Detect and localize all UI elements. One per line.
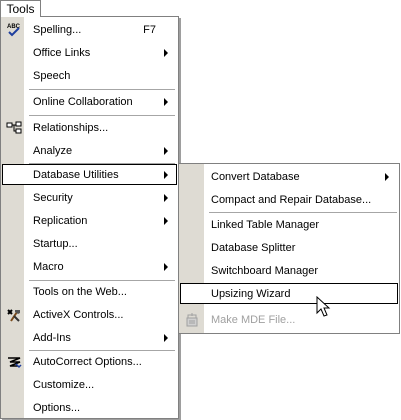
- submenu-arrow-icon: [164, 216, 168, 225]
- menu-item-label: Options...: [33, 401, 81, 414]
- menu-item-startup[interactable]: Startup...: [3, 233, 176, 254]
- menu-item-label: Speech: [33, 69, 71, 82]
- menu-item-office-links[interactable]: Office Links: [3, 42, 176, 63]
- menu-item-label: Spelling...: [33, 23, 82, 36]
- submenu-item-label: Convert Database: [211, 170, 300, 183]
- menu-item-label: Customize...: [33, 378, 95, 391]
- submenu-item-database-splitter[interactable]: Database Splitter: [181, 237, 397, 258]
- menu-separator: [29, 89, 175, 90]
- submenu-item-switchboard-manager[interactable]: Switchboard Manager: [181, 260, 397, 281]
- menu-item-autocorrect-options[interactable]: AutoCorrect Options...: [3, 351, 176, 372]
- tools-menu-label: Tools: [6, 2, 35, 16]
- submenu-item-label: Upsizing Wizard: [211, 287, 291, 300]
- submenu-arrow-icon: [164, 193, 168, 202]
- menu-item-label: Add-Ins: [33, 331, 71, 344]
- spellcheck-icon: ABC: [4, 20, 23, 39]
- menu-item-label: Database Utilities: [33, 168, 119, 181]
- make-mde-icon: [182, 310, 201, 329]
- menu-item-speech[interactable]: Speech: [3, 65, 176, 86]
- submenu-arrow-icon: [164, 333, 168, 342]
- menu-item-relationships[interactable]: Relationships...: [3, 117, 176, 138]
- menu-item-label: Relationships...: [33, 121, 109, 134]
- menu-item-label: Office Links: [33, 46, 91, 59]
- menu-item-add-ins[interactable]: Add-Ins: [3, 327, 176, 348]
- menu-item-label: Security: [33, 191, 73, 204]
- submenu-item-make-mde-file[interactable]: Make MDE File...: [181, 309, 397, 330]
- menu-item-macro[interactable]: Macro: [3, 256, 176, 277]
- menu-item-spelling[interactable]: ABC Spelling... F7: [3, 19, 176, 40]
- submenu-item-linked-table-manager[interactable]: Linked Table Manager: [181, 214, 397, 235]
- submenu-item-label: Database Splitter: [211, 241, 296, 254]
- menu-item-label: Tools on the Web...: [33, 285, 127, 298]
- submenu-arrow-icon: [164, 146, 168, 155]
- menu-item-activex-controls[interactable]: ActiveX Controls...: [3, 304, 176, 325]
- submenu-item-label: Linked Table Manager: [211, 218, 320, 231]
- submenu-arrow-icon: [164, 170, 168, 179]
- submenu-item-convert-database[interactable]: Convert Database: [181, 166, 397, 187]
- submenu-item-label: Make MDE File...: [211, 313, 296, 326]
- menu-item-label: ActiveX Controls...: [33, 308, 124, 321]
- autocorrect-icon: [4, 352, 23, 371]
- menu-item-replication[interactable]: Replication: [3, 210, 176, 231]
- menu-item-security[interactable]: Security: [3, 187, 176, 208]
- menu-separator: [29, 115, 175, 116]
- submenu-arrow-icon: [164, 48, 168, 57]
- menu-item-tools-on-the-web[interactable]: Tools on the Web...: [3, 281, 176, 302]
- menu-item-options[interactable]: Options...: [3, 397, 176, 418]
- relationships-icon: [4, 118, 23, 137]
- submenu-item-label: Switchboard Manager: [211, 264, 319, 277]
- menu-item-label: Replication: [33, 214, 88, 227]
- submenu-arrow-icon: [385, 172, 389, 181]
- submenu-item-label: Compact and Repair Database...: [211, 193, 372, 206]
- menu-item-label: Startup...: [33, 237, 78, 250]
- menu-item-label: Macro: [33, 260, 64, 273]
- tools-menu: ABC Spelling... F7 Office Links Speech O…: [0, 16, 179, 419]
- submenu-item-upsizing-wizard[interactable]: Upsizing Wizard: [180, 283, 398, 304]
- menu-item-label: AutoCorrect Options...: [33, 355, 142, 368]
- submenu-arrow-icon: [164, 97, 168, 106]
- menu-item-online-collaboration[interactable]: Online Collaboration: [3, 91, 176, 112]
- tools-menu-tab[interactable]: Tools: [0, 0, 41, 17]
- submenu-separator: [209, 212, 397, 213]
- menu-item-shortcut: F7: [143, 23, 156, 36]
- submenu-item-compact-and-repair[interactable]: Compact and Repair Database...: [181, 189, 397, 210]
- activex-tools-icon: [4, 305, 23, 324]
- menu-item-analyze[interactable]: Analyze: [3, 140, 176, 161]
- menu-item-label: Online Collaboration: [33, 95, 133, 108]
- menu-item-label: Analyze: [33, 144, 73, 157]
- submenu-arrow-icon: [164, 262, 168, 271]
- menu-item-customize[interactable]: Customize...: [3, 374, 176, 395]
- database-utilities-submenu: Convert Database Compact and Repair Data…: [178, 163, 400, 334]
- mouse-pointer-icon: [316, 296, 331, 317]
- menu-item-database-utilities[interactable]: Database Utilities: [2, 164, 177, 185]
